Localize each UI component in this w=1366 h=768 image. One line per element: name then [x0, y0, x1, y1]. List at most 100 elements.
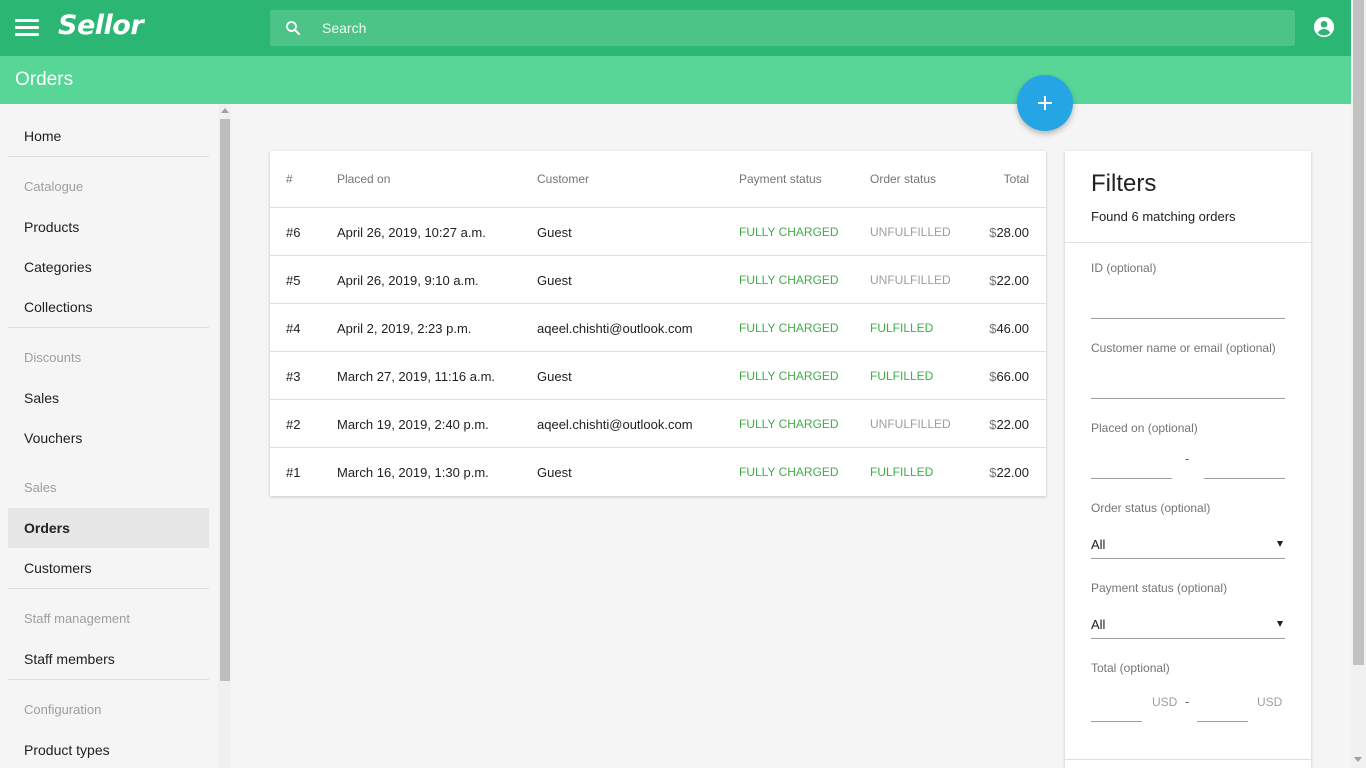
sidebar-item-vouchers[interactable]: Vouchers [8, 418, 209, 458]
order-amount: 22.00 [996, 417, 1029, 432]
placed-on-from-input[interactable] [1091, 453, 1172, 479]
order-status-badge: FULFILLED [870, 465, 934, 479]
order-amount: 22.00 [996, 465, 1029, 480]
filters-title: Filters [1091, 170, 1157, 197]
column-header-payment-status[interactable]: Payment status [739, 172, 822, 186]
payment-status-badge: FULLY CHARGED [739, 417, 839, 431]
order-customer: Guest [537, 225, 572, 240]
total-filter-label: Total (optional) [1091, 661, 1170, 675]
order-status-badge: UNFULFILLED [870, 225, 951, 239]
order-number[interactable]: #4 [286, 321, 300, 336]
account-circle-icon[interactable] [1313, 16, 1335, 38]
payment-status-badge: FULLY CHARGED [739, 273, 839, 287]
order-number[interactable]: #5 [286, 273, 300, 288]
order-date: April 2, 2019, 2:23 p.m. [337, 321, 472, 336]
order-customer: aqeel.chishti@outlook.com [537, 417, 693, 432]
id-filter-input[interactable] [1091, 293, 1285, 319]
currency-unit-label: USD [1152, 695, 1178, 709]
order-status-badge: UNFULFILLED [870, 417, 951, 431]
search-input[interactable] [322, 10, 1282, 46]
total-min-input[interactable] [1091, 696, 1142, 722]
payment-status-filter-label: Payment status (optional) [1091, 581, 1228, 595]
sidebar-item-staff-members[interactable]: Staff members [8, 639, 209, 679]
column-header-placed-on[interactable]: Placed on [337, 172, 390, 186]
payment-status-select-value: All [1091, 617, 1106, 632]
scroll-down-icon[interactable] [1354, 757, 1362, 762]
order-status-badge: FULFILLED [870, 369, 934, 383]
id-filter-label: ID (optional) [1091, 261, 1157, 275]
table-row[interactable]: #1 March 16, 2019, 1:30 p.m. Guest FULLY… [270, 448, 1046, 496]
sidebar-scrollbar-thumb[interactable] [220, 119, 230, 681]
table-row[interactable]: #5 April 26, 2019, 9:10 a.m. Guest FULLY… [270, 256, 1046, 304]
orders-table: # Placed on Customer Payment status Orde… [270, 151, 1046, 496]
order-total: $22.00 [989, 465, 1029, 480]
order-amount: 46.00 [996, 321, 1029, 336]
order-total: $22.00 [989, 417, 1029, 432]
table-header-row: # Placed on Customer Payment status Orde… [270, 151, 1046, 208]
order-date: April 26, 2019, 10:27 a.m. [337, 225, 486, 240]
app-bar: Sellor [0, 0, 1351, 56]
payment-status-badge: FULLY CHARGED [739, 465, 839, 479]
sidebar-item-orders[interactable]: Orders [8, 508, 209, 548]
filters-panel: Filters Found 6 matching orders ID (opti… [1065, 151, 1311, 768]
column-header-customer[interactable]: Customer [537, 172, 589, 186]
order-amount: 22.00 [996, 273, 1029, 288]
filters-divider [1065, 242, 1311, 243]
order-total: $22.00 [989, 273, 1029, 288]
order-total: $66.00 [989, 369, 1029, 384]
sidebar-item-products[interactable]: Products [8, 207, 209, 247]
app-logo[interactable]: Sellor [58, 10, 144, 41]
customer-filter-input[interactable] [1091, 373, 1285, 399]
payment-status-badge: FULLY CHARGED [739, 321, 839, 335]
sidebar-section-configuration: Configuration [24, 702, 102, 717]
column-header-order-status[interactable]: Order status [870, 172, 936, 186]
sidebar-divider [8, 588, 209, 589]
column-header-total[interactable]: Total [1004, 172, 1029, 186]
order-date: March 27, 2019, 11:16 a.m. [337, 369, 496, 384]
order-number[interactable]: #6 [286, 225, 300, 240]
order-number[interactable]: #3 [286, 369, 300, 384]
sidebar-item-customers[interactable]: Customers [8, 548, 209, 588]
sidebar: Home Catalogue Products Categories Colle… [0, 104, 218, 768]
placed-on-to-input[interactable] [1204, 453, 1285, 479]
column-header-number[interactable]: # [286, 172, 293, 186]
order-total: $46.00 [989, 321, 1029, 336]
placed-on-filter-label: Placed on (optional) [1091, 421, 1198, 435]
sidebar-section-staff: Staff management [24, 611, 130, 626]
order-number[interactable]: #1 [286, 465, 300, 480]
sidebar-divider [8, 156, 209, 157]
sidebar-item-product-types[interactable]: Product types [8, 730, 209, 768]
filters-result-count: Found 6 matching orders [1091, 209, 1236, 224]
sidebar-divider [8, 679, 209, 680]
order-customer: Guest [537, 465, 572, 480]
sidebar-item-collections[interactable]: Collections [8, 287, 209, 327]
order-number[interactable]: #2 [286, 417, 300, 432]
sidebar-item-sales[interactable]: Sales [8, 378, 209, 418]
page-title: Orders [15, 69, 74, 90]
table-row[interactable]: #6 April 26, 2019, 10:27 a.m. Guest FULL… [270, 208, 1046, 256]
page-scrollbar-thumb[interactable] [1353, 0, 1364, 665]
sidebar-divider [8, 327, 209, 328]
table-row[interactable]: #3 March 27, 2019, 11:16 a.m. Guest FULL… [270, 352, 1046, 400]
menu-button[interactable] [14, 16, 40, 40]
order-status-select[interactable]: All [1091, 531, 1285, 559]
sidebar-item-categories[interactable]: Categories [8, 247, 209, 287]
add-order-button[interactable] [1017, 75, 1073, 131]
sidebar-section-discounts: Discounts [24, 350, 82, 365]
order-total: $28.00 [989, 225, 1029, 240]
sidebar-section-sales: Sales [24, 480, 57, 495]
payment-status-select[interactable]: All [1091, 611, 1285, 639]
sidebar-item-home[interactable]: Home [8, 116, 209, 156]
order-date: March 19, 2019, 2:40 p.m. [337, 417, 489, 432]
dropdown-arrow-icon [1277, 621, 1283, 627]
order-customer: Guest [537, 369, 572, 384]
order-amount: 28.00 [996, 225, 1029, 240]
range-separator: - [1185, 451, 1190, 466]
table-row[interactable]: #2 March 19, 2019, 2:40 p.m. aqeel.chish… [270, 400, 1046, 448]
table-row[interactable]: #4 April 2, 2019, 2:23 p.m. aqeel.chisht… [270, 304, 1046, 352]
order-customer: Guest [537, 273, 572, 288]
total-max-input[interactable] [1197, 696, 1248, 722]
search-bar[interactable] [270, 10, 1295, 46]
order-date: March 16, 2019, 1:30 p.m. [337, 465, 489, 480]
scroll-up-icon[interactable] [221, 108, 229, 113]
